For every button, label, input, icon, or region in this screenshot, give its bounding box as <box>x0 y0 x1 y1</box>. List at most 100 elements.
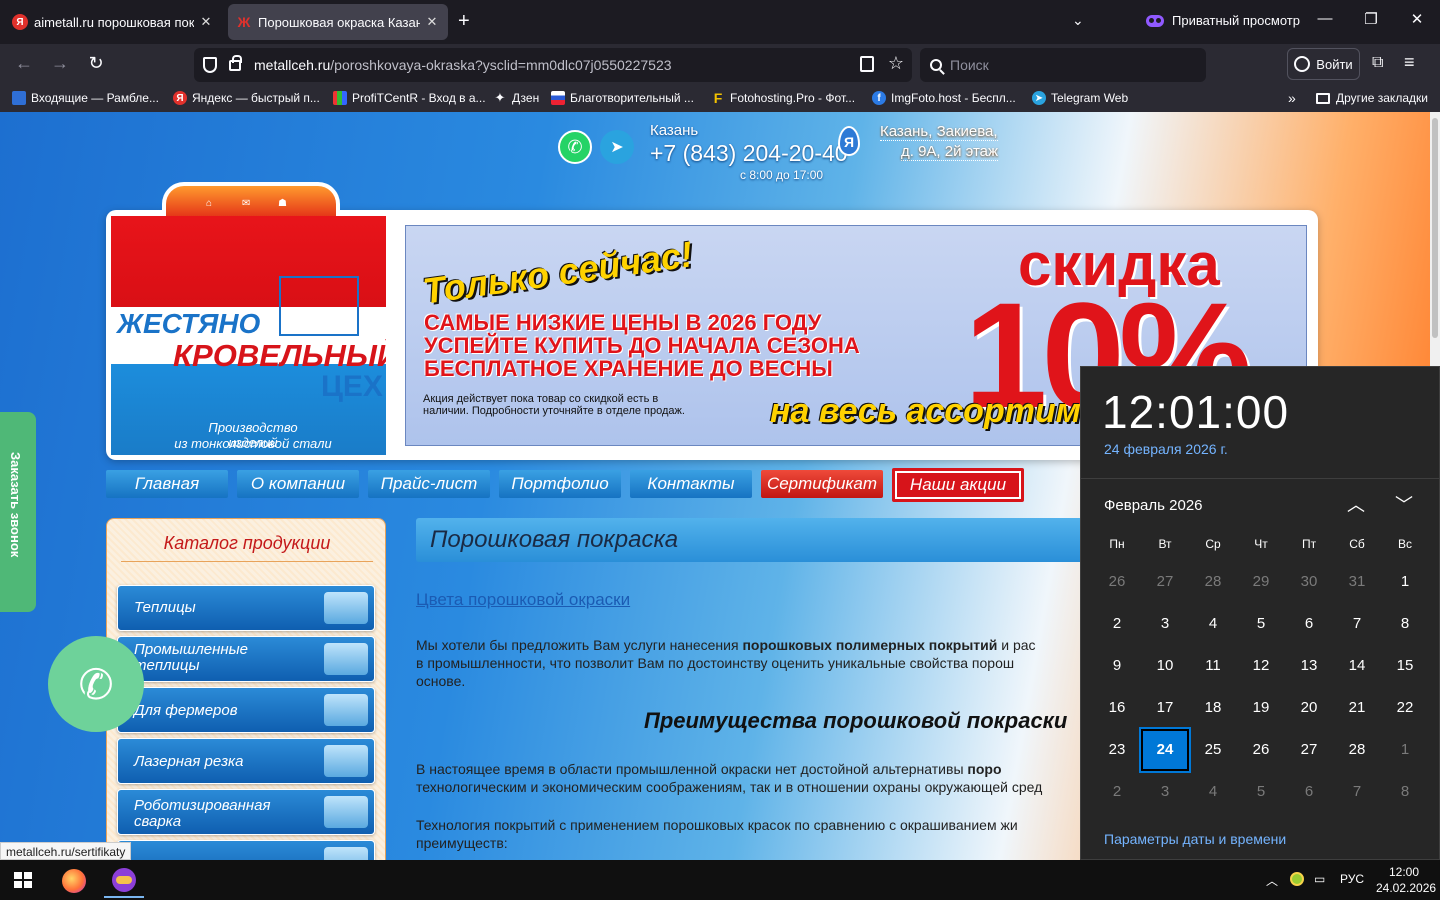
scrollbar-thumb[interactable] <box>1432 118 1438 338</box>
calendar-day[interactable]: 8 <box>1381 771 1429 813</box>
calendar-day[interactable]: 1 <box>1381 729 1429 771</box>
tray-chevron-up-icon[interactable]: ︿ <box>1266 872 1278 889</box>
calendar-day-today[interactable]: 24 <box>1141 729 1189 771</box>
catalog-item-greenhouses[interactable]: Теплицы <box>117 585 375 631</box>
back-button[interactable]: ← <box>10 53 38 74</box>
calendar-day[interactable]: 13 <box>1285 645 1333 687</box>
calendar-day[interactable]: 9 <box>1093 645 1141 687</box>
list-tabs-button[interactable]: ⌄ <box>1072 12 1084 29</box>
calendar-day[interactable]: 30 <box>1285 561 1333 603</box>
bookmark-imgfoto[interactable]: f ImgFoto.host - Беспл... <box>872 91 1016 105</box>
mail-icon[interactable]: ✉ <box>242 198 250 209</box>
bookmark-yandex[interactable]: Я Яндекс — быстрый п... <box>173 91 320 105</box>
restore-button[interactable]: ❐ <box>1348 10 1394 28</box>
calendar-day[interactable]: 5 <box>1237 603 1285 645</box>
calendar-day[interactable]: 20 <box>1285 687 1333 729</box>
bookmark-rambler[interactable]: Входящие — Рамбле... <box>12 91 159 105</box>
forward-button[interactable]: → <box>46 53 74 74</box>
colors-link[interactable]: Цвета порошковой окраски <box>416 590 630 610</box>
catalog-item-industrial-greenhouses[interactable]: Промышленные теплицы <box>117 636 375 682</box>
calendar-day[interactable]: 1 <box>1381 561 1429 603</box>
address-line-1[interactable]: Казань, Закиева, <box>880 123 998 141</box>
calendar-day[interactable]: 29 <box>1237 561 1285 603</box>
menu-home[interactable]: Главная <box>106 470 228 498</box>
menu-pricelist[interactable]: Прайс-лист <box>368 470 490 498</box>
calendar-day[interactable]: 4 <box>1189 771 1237 813</box>
calendar-day[interactable]: 7 <box>1333 603 1381 645</box>
taskbar-clock[interactable]: 12:00 24.02.2026 <box>1376 864 1436 896</box>
language-indicator[interactable]: РУС <box>1340 872 1364 886</box>
login-button[interactable]: Войти <box>1287 48 1360 80</box>
chevron-up-icon[interactable]: ︿ <box>1347 491 1365 517</box>
sitemap-icon[interactable]: ☗ <box>278 198 287 209</box>
calendar-day[interactable]: 21 <box>1333 687 1381 729</box>
calendar-day[interactable]: 27 <box>1141 561 1189 603</box>
close-icon[interactable]: ✕ <box>198 14 214 30</box>
menu-certificate[interactable]: Сертификат <box>761 470 883 498</box>
calendar-day[interactable]: 5 <box>1237 771 1285 813</box>
calendar-day[interactable]: 11 <box>1189 645 1237 687</box>
calendar-day[interactable]: 17 <box>1141 687 1189 729</box>
catalog-item-farmers[interactable]: Для фермеров <box>117 687 375 733</box>
calendar-day[interactable]: 28 <box>1189 561 1237 603</box>
more-bookmarks-chevron-icon[interactable]: » <box>1288 90 1296 106</box>
phone-number[interactable]: +7 (843) 204-20-40 <box>650 140 848 167</box>
calendar-day[interactable]: 7 <box>1333 771 1381 813</box>
chevron-down-icon[interactable]: ﹀ <box>1395 491 1413 517</box>
calendar-day[interactable]: 2 <box>1093 771 1141 813</box>
menu-promotions[interactable]: Наши акции <box>892 468 1024 502</box>
firefox-private-taskbar-icon[interactable] <box>104 864 144 898</box>
search-input[interactable]: Поиск <box>920 48 1206 82</box>
calendar-day[interactable]: 26 <box>1093 561 1141 603</box>
whatsapp-icon[interactable]: ✆ <box>558 130 592 164</box>
bookmark-dzen[interactable]: ✦ Дзен <box>493 90 540 105</box>
menu-portfolio[interactable]: Портфолио <box>499 470 621 498</box>
phone-call-button[interactable]: ✆ <box>48 636 144 732</box>
calendar-day[interactable]: 28 <box>1333 729 1381 771</box>
address-line-2[interactable]: д. 9А, 2й этаж <box>901 143 999 161</box>
telegram-icon[interactable]: ➤ <box>600 130 634 164</box>
yandex-map-pin-icon[interactable]: Я <box>838 126 860 156</box>
calendar-day[interactable]: 26 <box>1237 729 1285 771</box>
firefox-taskbar-icon[interactable] <box>54 864 94 898</box>
calendar-day[interactable]: 19 <box>1237 687 1285 729</box>
tab-metallceh[interactable]: Ж Порошковая окраска Казань. ... ✕ <box>228 4 448 40</box>
close-window-button[interactable]: ✕ <box>1394 10 1440 28</box>
calendar-day[interactable]: 3 <box>1141 603 1189 645</box>
network-icon[interactable]: ▭ <box>1314 872 1325 886</box>
tracking-shield-icon[interactable] <box>203 57 217 73</box>
date-time-settings-link[interactable]: Параметры даты и времени <box>1104 831 1286 847</box>
calendar-day[interactable]: 16 <box>1093 687 1141 729</box>
calendar-day[interactable]: 6 <box>1285 603 1333 645</box>
bookmark-telegram[interactable]: ➤ Telegram Web <box>1032 91 1128 105</box>
calendar-day[interactable]: 6 <box>1285 771 1333 813</box>
calendar-day[interactable]: 3 <box>1141 771 1189 813</box>
bookmark-charity[interactable]: Благотворительный ... <box>551 91 694 105</box>
catalog-item-robotic-welding[interactable]: Роботизированная сварка <box>117 789 375 835</box>
close-icon[interactable]: ✕ <box>424 14 440 30</box>
calendar-day[interactable]: 10 <box>1141 645 1189 687</box>
site-logo[interactable]: ЖЕСТЯНО КРОВЕЛЬНЫЙ ЦЕХ Производство изде… <box>111 216 386 455</box>
minimize-button[interactable]: — <box>1302 10 1348 27</box>
calendar-day[interactable]: 23 <box>1093 729 1141 771</box>
callback-side-tab[interactable]: Заказать звонок <box>0 412 36 612</box>
menu-contacts[interactable]: Контакты <box>630 470 752 498</box>
calendar-day[interactable]: 12 <box>1237 645 1285 687</box>
long-date-link[interactable]: 24 февраля 2026 г. <box>1104 441 1228 457</box>
menu-about[interactable]: О компании <box>237 470 359 498</box>
bookmark-profitcentr[interactable]: ProfiTCentR - Вход в а... <box>333 91 486 105</box>
reader-view-icon[interactable] <box>860 56 874 72</box>
calendar-day[interactable]: 14 <box>1333 645 1381 687</box>
calendar-day[interactable]: 8 <box>1381 603 1429 645</box>
lock-icon[interactable] <box>229 54 242 71</box>
bookmark-fotohosting[interactable]: F Fotohosting.Pro - Фот... <box>711 90 855 106</box>
tray-app-icon[interactable] <box>1290 872 1304 886</box>
calendar-day[interactable]: 25 <box>1189 729 1237 771</box>
calendar-day[interactable]: 4 <box>1189 603 1237 645</box>
address-bar[interactable]: metallceh.ru /poroshkovaya-okraska?yscli… <box>194 48 912 82</box>
other-bookmarks-folder[interactable]: Другие закладки <box>1316 91 1428 105</box>
new-tab-button[interactable]: + <box>458 10 470 33</box>
calendar-day[interactable]: 31 <box>1333 561 1381 603</box>
calendar-day[interactable]: 2 <box>1093 603 1141 645</box>
catalog-item-laser-cutting[interactable]: Лазерная резка <box>117 738 375 784</box>
